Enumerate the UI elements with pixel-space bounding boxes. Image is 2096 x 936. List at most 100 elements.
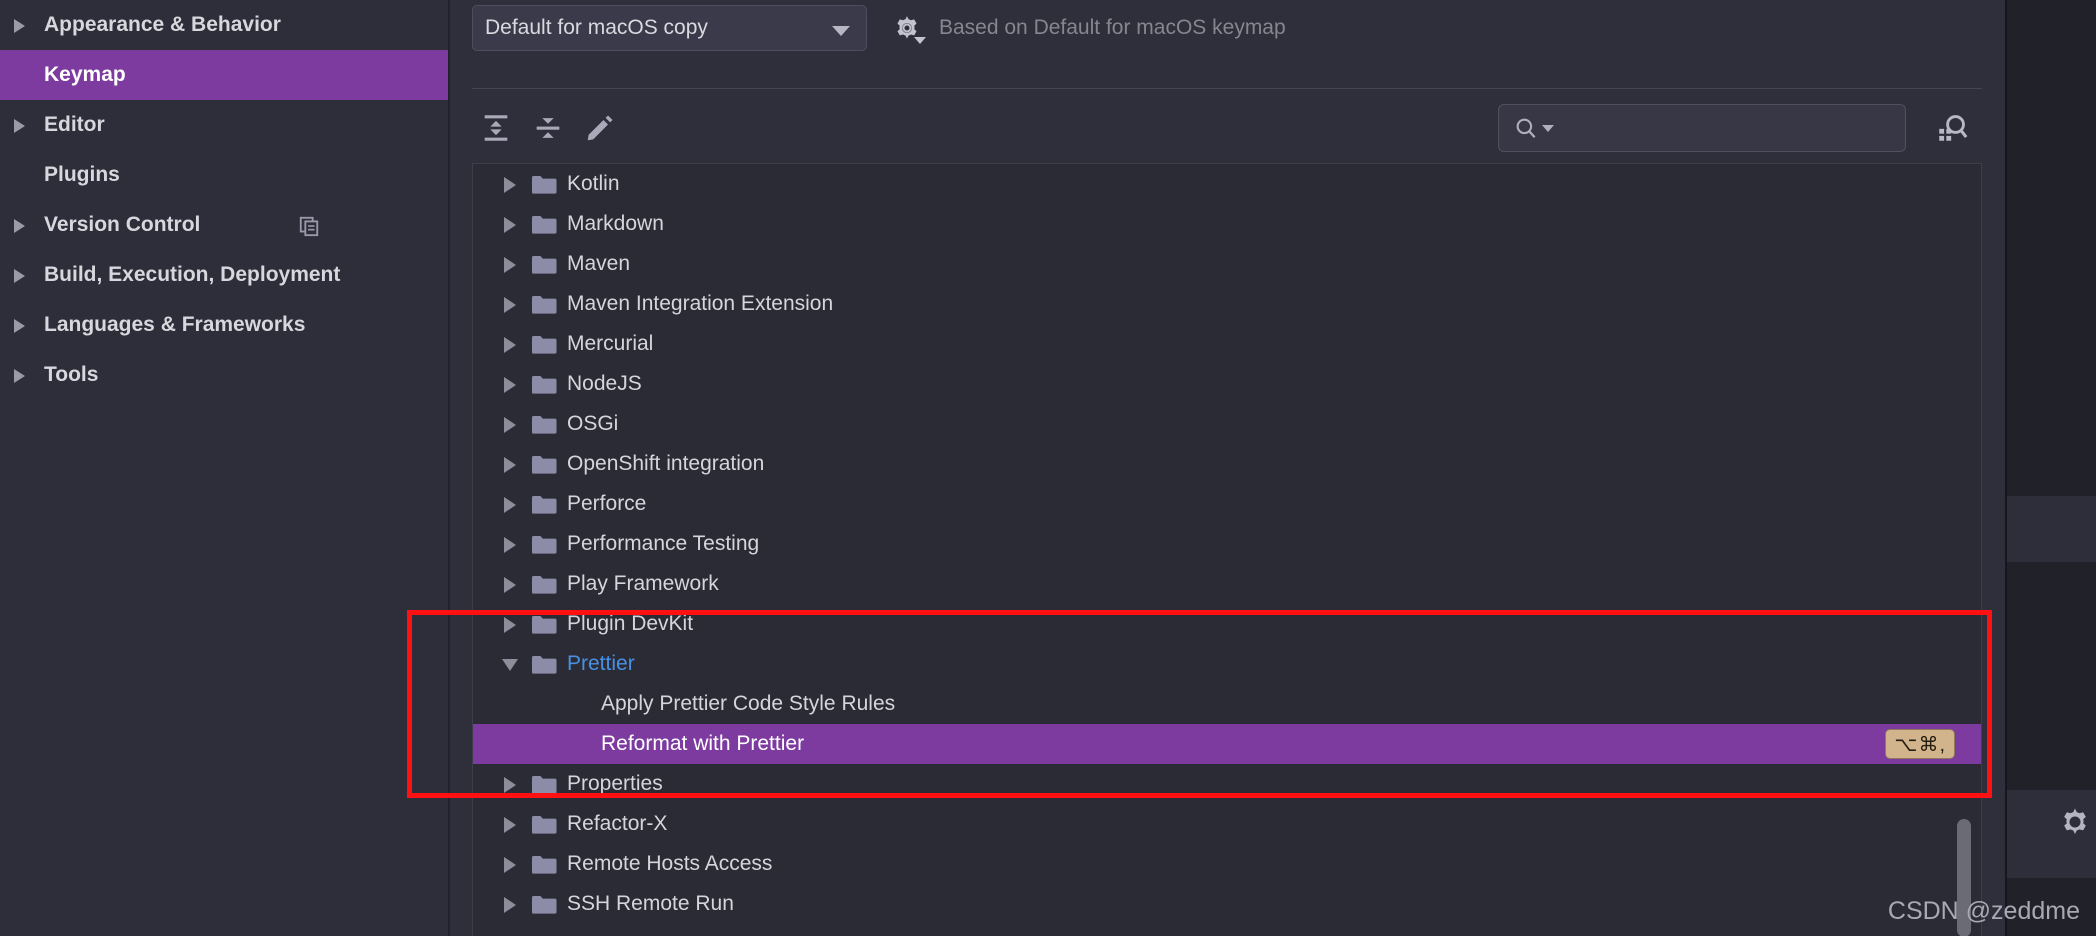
chevron-right-icon[interactable] xyxy=(10,364,32,386)
tree-folder-row[interactable]: Performance Testing xyxy=(473,524,1981,564)
tree-folder-row[interactable]: Mercurial xyxy=(473,324,1981,364)
chevron-right-icon[interactable] xyxy=(10,14,32,36)
chevron-down-icon[interactable] xyxy=(497,651,523,677)
sidebar-item-keymap[interactable]: Keymap xyxy=(0,50,448,100)
tree-folder-row[interactable]: Markdown xyxy=(473,204,1981,244)
sidebar-item-plugins[interactable]: Plugins xyxy=(0,150,448,200)
chevron-right-icon[interactable] xyxy=(497,171,523,197)
find-by-shortcut-button[interactable] xyxy=(1928,104,1976,152)
chevron-right-icon[interactable] xyxy=(497,451,523,477)
find-by-shortcut-icon xyxy=(1939,115,1968,141)
keymap-scheme-combobox[interactable]: Default for macOS copy xyxy=(472,5,867,51)
tree-row-label: Markdown xyxy=(567,212,664,235)
tree-row-label: Performance Testing xyxy=(567,532,760,555)
keymap-toolbar xyxy=(472,100,1982,156)
chevron-right-icon[interactable] xyxy=(497,571,523,597)
chevron-right-icon[interactable] xyxy=(10,264,32,286)
chevron-right-icon[interactable] xyxy=(497,331,523,357)
chevron-right-icon[interactable] xyxy=(10,214,32,236)
ide-strip-band xyxy=(2007,496,2096,562)
keymap-tree-rows: Kotlin Markdown Maven Maven Integration Ext… xyxy=(473,164,1981,924)
tree-row-label: Kotlin xyxy=(567,172,620,195)
chevron-right-icon[interactable] xyxy=(497,811,523,837)
folder-icon xyxy=(531,334,557,355)
settings-sidebar: Appearance & Behavior Keymap Editor Plugins… xyxy=(0,0,450,936)
keymap-settings-gear-button[interactable] xyxy=(887,8,927,48)
chevron-right-icon[interactable] xyxy=(497,891,523,917)
tree-folder-row[interactable]: OSGi xyxy=(473,404,1981,444)
chevron-right-icon[interactable] xyxy=(10,314,32,336)
chevron-down-icon xyxy=(914,37,926,44)
folder-icon xyxy=(531,294,557,315)
chevron-right-icon[interactable] xyxy=(497,411,523,437)
tree-folder-row[interactable]: NodeJS xyxy=(473,364,1981,404)
edit-shortcut-button[interactable] xyxy=(576,104,624,152)
tree-folder-row[interactable]: SSH Remote Run xyxy=(473,884,1981,924)
sidebar-item-label: Languages & Frameworks xyxy=(44,313,306,336)
folder-icon xyxy=(531,414,557,435)
folder-icon xyxy=(531,494,557,515)
tree-action-row[interactable]: Reformat with Prettier ⌥⌘, xyxy=(473,724,1981,764)
shortcut-badge: ⌥⌘, xyxy=(1885,729,1955,759)
gear-icon xyxy=(2064,808,2086,835)
sidebar-item-build-execution-deployment[interactable]: Build, Execution, Deployment xyxy=(0,250,448,300)
collapse-all-button[interactable] xyxy=(524,104,572,152)
chevron-right-icon[interactable] xyxy=(497,771,523,797)
chevron-right-icon[interactable] xyxy=(497,611,523,637)
sidebar-item-label: Keymap xyxy=(44,63,126,86)
tree-row-label: Maven Integration Extension xyxy=(567,292,834,315)
tree-row-label: Remote Hosts Access xyxy=(567,852,773,875)
folder-icon xyxy=(531,894,557,915)
collapse-all-icon xyxy=(536,118,560,138)
copy-icon[interactable] xyxy=(298,215,320,237)
search-input[interactable] xyxy=(1498,104,1906,152)
chevron-right-icon[interactable] xyxy=(497,851,523,877)
tree-folder-row[interactable]: Play Framework xyxy=(473,564,1981,604)
tree-folder-row[interactable]: Plugin DevKit xyxy=(473,604,1981,644)
tree-row-label: SSH Remote Run xyxy=(567,892,734,915)
keymap-content-panel: Default for macOS copy Based on Default … xyxy=(452,0,2005,936)
chevron-right-icon[interactable] xyxy=(497,371,523,397)
tree-folder-row[interactable]: Maven Integration Extension xyxy=(473,284,1981,324)
folder-icon xyxy=(531,454,557,475)
chevron-right-icon[interactable] xyxy=(497,211,523,237)
tree-row-label: NodeJS xyxy=(567,372,642,395)
watermark-label: CSDN @zeddme xyxy=(1887,897,2080,925)
sidebar-item-editor[interactable]: Editor xyxy=(0,100,448,150)
sidebar-item-version-control[interactable]: Version Control xyxy=(0,200,448,250)
chevron-down-icon xyxy=(1542,124,1554,132)
tree-folder-row[interactable]: Perforce xyxy=(473,484,1981,524)
sidebar-item-tools[interactable]: Tools xyxy=(0,350,448,400)
keymap-action-tree[interactable]: Kotlin Markdown Maven Maven Integration Ext… xyxy=(472,163,1982,936)
tree-row-label: Perforce xyxy=(567,492,647,515)
chevron-right-icon[interactable] xyxy=(497,491,523,517)
folder-icon xyxy=(531,254,557,275)
tree-row-label: Properties xyxy=(567,772,663,795)
tree-folder-row[interactable]: Kotlin xyxy=(473,164,1981,204)
tree-folder-row[interactable]: OpenShift integration xyxy=(473,444,1981,484)
ide-settings-gear-button[interactable] xyxy=(2058,805,2092,839)
sidebar-item-label: Tools xyxy=(44,363,99,386)
tree-row-label: Refactor-X xyxy=(567,812,668,835)
expand-all-button[interactable] xyxy=(472,104,520,152)
chevron-right-icon[interactable] xyxy=(497,291,523,317)
sidebar-item-label: Editor xyxy=(44,113,105,136)
chevron-right-icon[interactable] xyxy=(10,114,32,136)
folder-icon xyxy=(531,174,557,195)
chevron-right-icon[interactable] xyxy=(497,531,523,557)
folder-icon xyxy=(531,774,557,795)
sidebar-item-label: Appearance & Behavior xyxy=(44,13,281,36)
tree-folder-row[interactable]: Prettier xyxy=(473,644,1981,684)
sidebar-item-appearance-behavior[interactable]: Appearance & Behavior xyxy=(0,0,448,50)
sidebar-item-label: Plugins xyxy=(44,163,120,186)
tree-row-label: Apply Prettier Code Style Rules xyxy=(601,692,896,715)
tree-folder-row[interactable]: Properties xyxy=(473,764,1981,804)
tree-folder-row[interactable]: Refactor-X xyxy=(473,804,1981,844)
chevron-right-icon[interactable] xyxy=(497,251,523,277)
sidebar-item-languages-frameworks[interactable]: Languages & Frameworks xyxy=(0,300,448,350)
tree-folder-row[interactable]: Maven xyxy=(473,244,1981,284)
tree-action-row[interactable]: Apply Prettier Code Style Rules xyxy=(473,684,1981,724)
tree-folder-row[interactable]: Remote Hosts Access xyxy=(473,844,1981,884)
ide-right-strip xyxy=(2005,0,2096,936)
tree-row-label: Prettier xyxy=(567,652,635,675)
